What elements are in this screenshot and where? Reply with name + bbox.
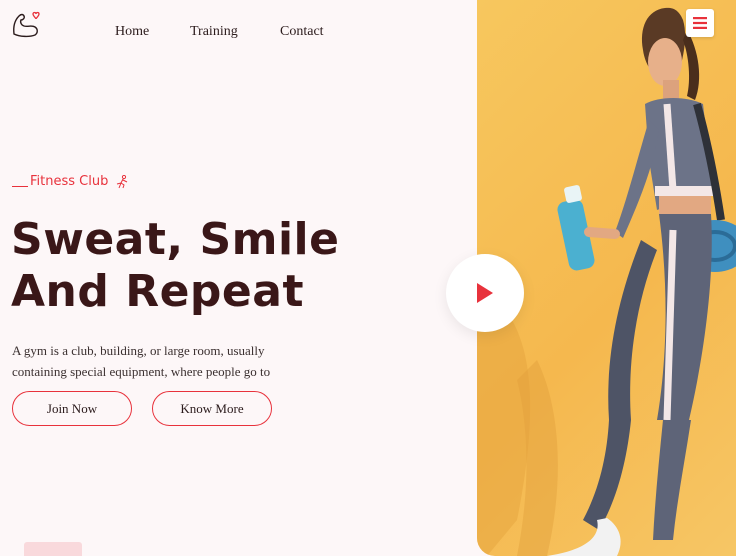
nav-home[interactable]: Home xyxy=(115,24,149,40)
hero-title: Sweat, Smile And Repeat xyxy=(11,214,339,318)
hamburger-menu-icon xyxy=(693,17,707,29)
logo[interactable] xyxy=(10,8,42,40)
hero-title-line-1: Sweat, Smile xyxy=(11,214,340,265)
flexed-arm-heart-icon xyxy=(13,11,40,38)
section-eyebrow: Fitness Club xyxy=(12,174,130,189)
menu-button[interactable] xyxy=(686,9,714,37)
bottom-tab-preview xyxy=(24,542,82,556)
join-now-button[interactable]: Join Now xyxy=(12,391,132,426)
play-video-button[interactable] xyxy=(446,254,524,332)
nav-training[interactable]: Training xyxy=(190,24,238,40)
running-person-icon xyxy=(117,175,128,189)
eyebrow-line xyxy=(12,186,28,187)
nav-contact[interactable]: Contact xyxy=(280,24,324,40)
eyebrow-label: Fitness Club xyxy=(30,174,109,189)
play-icon xyxy=(477,283,493,303)
know-more-button[interactable]: Know More xyxy=(152,391,272,426)
hero-title-line-2: And Repeat xyxy=(11,266,304,317)
hero-description: A gym is a club, building, or large room… xyxy=(12,343,271,379)
